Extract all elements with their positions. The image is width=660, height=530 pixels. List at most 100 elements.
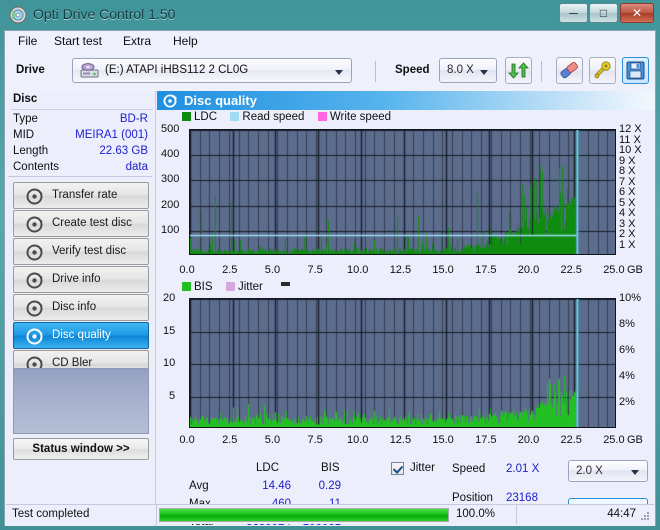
minimize-button[interactable]: ─ — [559, 3, 588, 23]
chart1-ytick-500: 500 — [161, 123, 180, 135]
axis-tick-bottom: 22.5 — [560, 264, 582, 276]
legend-swatch-jitter — [225, 282, 235, 291]
save-icon — [626, 61, 645, 80]
tools-icon — [594, 61, 611, 79]
sidebar-item-create-test-disc[interactable]: Create test disc — [13, 210, 149, 237]
sidebar-item-disc-quality[interactable]: Disc quality — [13, 322, 149, 349]
axis-tick-bottom: 22.5 — [560, 434, 582, 446]
menu-help[interactable]: Help — [168, 34, 203, 49]
disc-mid-label: MID — [13, 129, 35, 141]
save-button[interactable] — [622, 57, 649, 84]
stats-header-ldc: LDC — [256, 462, 280, 474]
chart1-ytick-400: 400 — [161, 148, 180, 161]
axis-tick-bottom: 12.5 — [389, 434, 412, 446]
disc-icon — [26, 244, 43, 261]
axis-tick-right: 1 X — [619, 238, 636, 251]
axis-tick-bottom: 20.0 — [517, 434, 540, 446]
legend-label-bis: BIS — [194, 281, 213, 293]
disc-contents-label: Contents — [13, 161, 60, 173]
status-window-button[interactable]: Status window >> — [13, 438, 149, 460]
panel-header: Disc quality — [157, 91, 655, 110]
legend-swatch-ldc — [182, 112, 191, 121]
toolbar-separator-1 — [375, 61, 376, 82]
axis-tick-right: 7 X — [619, 175, 636, 188]
sidebar-item-verify-test-disc[interactable]: Verify test disc — [13, 238, 149, 265]
application-window: Opti Drive Control 1.50 ─ □ ✕ File Start… — [0, 0, 660, 530]
axis-tick-right: 8% — [619, 318, 635, 330]
legend-label-jitter: Jitter — [237, 281, 263, 293]
disc-info-box: Disc Type BD-R MID MEIRA1 (001) Length 2… — [8, 91, 153, 177]
chart2-legend: BIS Jitter — [182, 281, 263, 293]
client-area: File Start test Extra Help Drive (E:) AT… — [4, 30, 656, 528]
chart2-legend-marker — [281, 282, 290, 286]
axis-tick-right: 8 X — [619, 165, 636, 177]
refresh-button[interactable] — [505, 57, 532, 84]
disc-length-value: 22.63 GB — [99, 145, 148, 157]
erase-button[interactable] — [556, 57, 583, 84]
axis-tick-right: 6% — [619, 344, 635, 356]
left-panel: Disc Type BD-R MID MEIRA1 (001) Length 2… — [5, 91, 155, 526]
test-speed-select[interactable]: 2.0 X — [568, 460, 648, 482]
menu-start-test[interactable]: Start test — [49, 34, 107, 49]
chart1-ytick-200: 200 — [161, 198, 180, 211]
drive-select[interactable]: (E:) ATAPI iHBS112 2 CL0G — [72, 58, 352, 83]
disc-quality-chart[interactable] — [189, 129, 616, 255]
title-bar: Opti Drive Control 1.50 ─ □ ✕ — [0, 0, 660, 30]
axis-tick-bottom: 10.0 — [347, 264, 369, 276]
progress-bar-fill — [160, 509, 448, 521]
disc-info-divider — [11, 109, 153, 110]
sidebar-item-disc-info[interactable]: Disc info — [13, 294, 149, 321]
resize-grip-icon[interactable] — [639, 510, 651, 522]
menu-file[interactable]: File — [13, 34, 42, 49]
maximize-button[interactable]: □ — [589, 3, 618, 23]
speed-stat-value: 2.01 X — [506, 463, 540, 475]
sidebar-item-label: Disc info — [52, 301, 97, 313]
axis-tick-right: 10 X — [619, 144, 642, 156]
disc-icon — [26, 328, 43, 345]
speed-label: Speed — [395, 64, 430, 76]
axis-tick-bottom: 2.5 — [222, 434, 238, 446]
chart2-ytick-5: 5 — [169, 389, 176, 402]
tools-button[interactable] — [589, 57, 616, 84]
axis-tick-right: 2% — [619, 396, 635, 408]
axis-tick-bottom: 20.0 — [517, 264, 540, 276]
axis-tick-bottom: 5.0 — [264, 264, 281, 276]
chart1-ytick-100: 100 — [161, 223, 180, 236]
disc-icon — [26, 188, 43, 205]
chart2-ytick-15: 15 — [163, 324, 176, 337]
sidebar-item-drive-info[interactable]: Drive info — [13, 266, 149, 293]
axis-tick-right: 5 X — [619, 196, 636, 209]
status-separator-1 — [156, 505, 157, 524]
menu-extra[interactable]: Extra — [118, 34, 156, 49]
speed-select[interactable]: 8.0 X — [439, 58, 497, 83]
status-message: Test completed — [12, 508, 90, 520]
sidebar-item-label: Drive info — [52, 273, 101, 285]
bis-jitter-chart[interactable] — [189, 298, 616, 428]
legend-label-write-speed: Write speed — [329, 111, 392, 123]
axis-tick-bottom: 25.0 — [603, 264, 625, 276]
axis-tick-right: 9 X — [619, 154, 636, 167]
progress-bar — [159, 508, 449, 522]
legend-label-ldc: LDC — [194, 111, 218, 123]
disc-icon — [9, 6, 27, 24]
sidebar-item-label: Create test disc — [52, 217, 132, 229]
disc-contents-value: data — [125, 161, 148, 173]
jitter-checkbox[interactable] — [391, 462, 404, 475]
speed-value: 8.0 X — [447, 64, 474, 76]
axis-tick-bottom: 0.0 — [179, 264, 195, 276]
elapsed-time: 44:47 — [607, 508, 636, 520]
stats-row-avg-ldc: 14.46 — [262, 480, 291, 492]
sidebar-item-transfer-rate[interactable]: Transfer rate — [13, 182, 149, 209]
legend-swatch-write-speed — [317, 112, 327, 121]
axis-tick-right: 6 X — [619, 186, 636, 198]
drive-label: Drive — [16, 64, 45, 76]
status-separator-2 — [516, 505, 517, 524]
axis-tick-bottom: 25.0 — [603, 434, 625, 446]
close-button[interactable]: ✕ — [620, 3, 654, 23]
axis-tick-bottom: 17.5 — [475, 264, 497, 276]
chevron-down-icon — [631, 470, 639, 475]
drive-icon — [80, 63, 99, 78]
stats-header-bis: BIS — [321, 462, 340, 474]
chevron-down-icon — [335, 70, 343, 75]
axis-tick-bottom: 12.5 — [389, 264, 412, 276]
